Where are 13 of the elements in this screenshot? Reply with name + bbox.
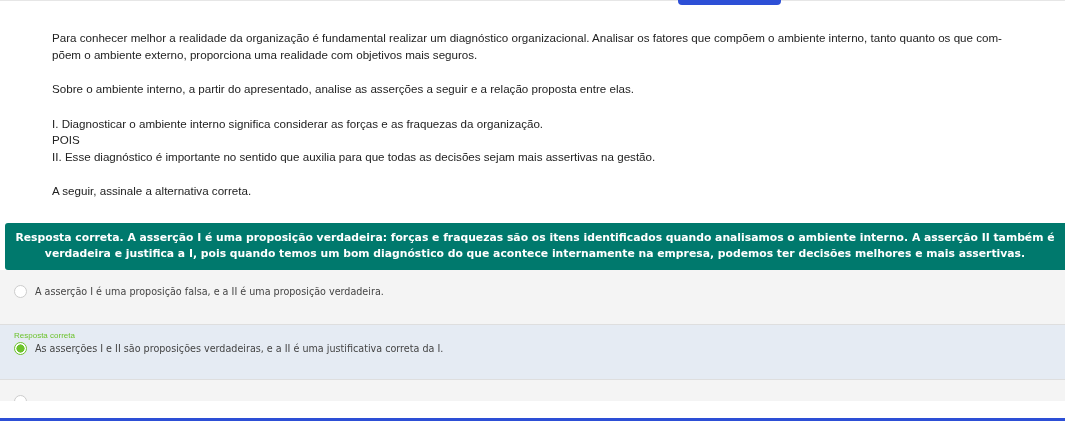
question-text: I. Diagnosticar o ambiente interno significa considerar as forças e as fraquezas da organização. bbox=[52, 115, 545, 132]
question-text: Para conhecer melhor a realidade da organização é fundamental realizar um diagnóstico organizacional. Analisar os fatores que compõem o ambiente interno, tanto quanto os que com- bbox=[52, 30, 1003, 46]
option-label: As asserções I e II são proposições verdadeiras, e a II é uma justificativa correta da I. bbox=[35, 342, 444, 354]
answer-option[interactable]: Resposta correta As asserções I e II são proposições verdadeiras, e a II é uma justificativa correta da I. bbox=[0, 324, 1065, 380]
option-label: A asserção I é uma proposição falsa, e a II é uma proposição verdadeira. bbox=[35, 285, 384, 297]
question-text: Sobre o ambiente interno, a partir do apresentado, analise as asserções a seguir e a relação proposta entre elas. bbox=[52, 81, 635, 97]
question-text: POIS bbox=[52, 132, 81, 148]
feedback-banner: Resposta correta. A asserção I é uma proposição verdadeira: forças e fraquezas são os itens identificados quando analisamos o ambiente interno. A asserção II também é verdadeira e justifica a I, pois quando temos um bom diagnóstico do que acontece internamente na empresa, podemos ter decisões melhores e mais assertivas. bbox=[5, 222, 1065, 270]
question-text: II. Esse diagnóstico é importante no sentido que auxilia para que todas as decisões sejam mais assertivas na gestão. bbox=[52, 148, 657, 165]
question-text: A seguir, assinale a alternativa correta. bbox=[52, 183, 253, 199]
answer-option[interactable]: A asserção I é uma proposição falsa, e a II é uma proposição verdadeira. bbox=[0, 269, 1065, 325]
correct-answer-tag: Resposta correta bbox=[14, 330, 1051, 340]
question-text: põem o ambiente externo, proporciona uma realidade com objetivos mais seguros. bbox=[52, 46, 479, 63]
